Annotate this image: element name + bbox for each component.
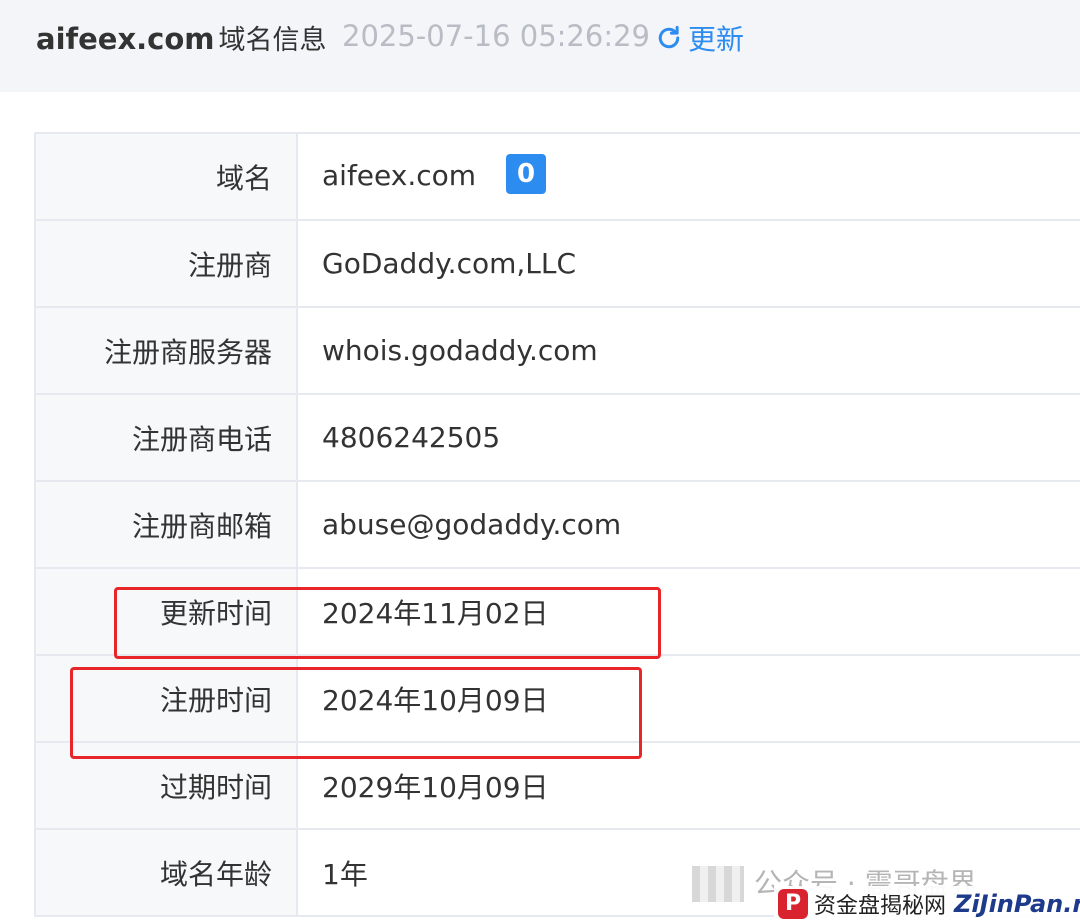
update-time-highlight bbox=[114, 587, 661, 659]
site-logo-icon: P bbox=[778, 889, 808, 919]
registration-time-highlight bbox=[70, 667, 642, 759]
row-value: 4806242505 bbox=[296, 393, 1080, 482]
row-label: 注册商服务器 bbox=[34, 306, 298, 395]
pixelated-avatar bbox=[692, 866, 744, 902]
page-title: aifeex.com 域名信息 bbox=[36, 18, 327, 57]
row-value: aifeex.com 0 bbox=[296, 132, 1080, 221]
status-badge: 0 bbox=[506, 153, 547, 194]
watermark: 公众号 · 震哥盘界 P 资金盘揭秘网 ZiJinPan.net bbox=[690, 860, 1080, 923]
row-value: whois.godaddy.com bbox=[296, 306, 1080, 395]
domain-title: aifeex.com bbox=[36, 22, 215, 56]
refresh-button[interactable]: 更新 bbox=[654, 18, 744, 58]
table-row: 注册商电话 4806242505 bbox=[34, 393, 1080, 482]
row-label: 域名年龄 bbox=[34, 828, 298, 917]
domain-value: aifeex.com bbox=[322, 158, 477, 192]
title-suffix: 域名信息 bbox=[218, 25, 327, 56]
row-label: 注册商邮箱 bbox=[34, 480, 298, 569]
row-label: 注册商电话 bbox=[34, 393, 298, 482]
site-name-en: ZiJinPan.net bbox=[954, 890, 1080, 918]
refresh-icon bbox=[658, 25, 680, 49]
table-row: 域名 aifeex.com 0 bbox=[34, 132, 1080, 221]
row-label: 域名 bbox=[34, 132, 298, 221]
table-row: 注册商邮箱 abuse@godaddy.com bbox=[34, 480, 1080, 569]
site-name-cn: 资金盘揭秘网 bbox=[814, 894, 947, 919]
row-label: 注册商 bbox=[34, 219, 298, 308]
refresh-label: 更新 bbox=[688, 23, 745, 56]
watermark-site: P 资金盘揭秘网 ZiJinPan.net bbox=[774, 886, 1080, 922]
whois-info-table: 域名 aifeex.com 0 注册商 GoDaddy.com,LLC 注册商服务… bbox=[34, 132, 1080, 917]
row-value: GoDaddy.com,LLC bbox=[296, 219, 1080, 308]
table-row: 注册商 GoDaddy.com,LLC bbox=[34, 219, 1080, 308]
row-value: abuse@godaddy.com bbox=[296, 480, 1080, 569]
query-timestamp: 2025-07-16 05:26:29 bbox=[342, 19, 650, 53]
page-header: aifeex.com 域名信息 2025-07-16 05:26:29 更新 bbox=[0, 0, 1080, 92]
table-row: 注册商服务器 whois.godaddy.com bbox=[34, 306, 1080, 395]
